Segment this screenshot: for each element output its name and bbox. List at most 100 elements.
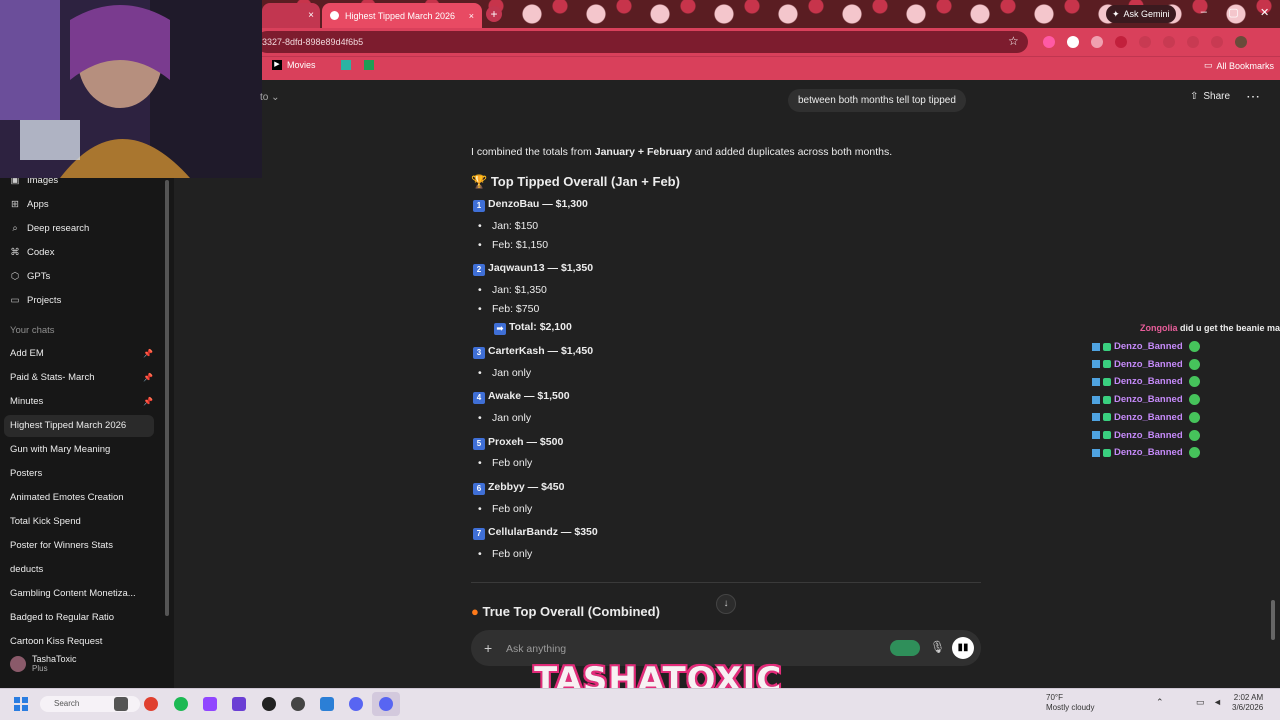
streamer-webcam-image: [0, 0, 262, 178]
composer-input[interactable]: Ask anything: [506, 643, 566, 655]
intro-bold: January + February: [594, 146, 692, 158]
verified-badge-icon: [1092, 395, 1100, 404]
chat-list-item[interactable]: Badged to Regular Ratio: [10, 612, 145, 623]
extension-icon[interactable]: [1091, 36, 1103, 48]
rank-number-icon: 7: [473, 528, 485, 540]
extension-icon[interactable]: [1067, 36, 1079, 48]
main-scrollbar[interactable]: [1271, 600, 1275, 640]
extension-icon[interactable]: [1187, 36, 1199, 48]
chat-list-item[interactable]: Add EM: [10, 348, 145, 359]
clock-date: 3/6/2026: [1232, 703, 1264, 712]
bookmark-icon[interactable]: [363, 60, 374, 70]
entry-title-text: Awake — $1,500: [488, 390, 570, 402]
ask-gemini-button[interactable]: ✦ Ask Gemini: [1106, 5, 1176, 23]
clock[interactable]: 2:02 AM 3/6/2026: [1232, 693, 1263, 713]
profile-plan: Plus: [32, 664, 48, 673]
profile-avatar-icon[interactable]: [1235, 36, 1247, 48]
tray-chevron-icon[interactable]: ⌃: [1156, 697, 1164, 708]
intro-text: and added duplicates across both months.: [691, 146, 893, 158]
header-title-partial[interactable]: to ⌄: [260, 92, 280, 103]
minimize-icon[interactable]: –: [1201, 6, 1207, 22]
plus-icon[interactable]: +: [484, 640, 492, 656]
profile-button[interactable]: TashaToxic Plus: [10, 654, 77, 673]
sidebar-item-projects[interactable]: ▭ Projects: [10, 295, 155, 306]
chrome-icon[interactable]: [144, 697, 158, 711]
chat-list-item[interactable]: Total Kick Spend: [10, 516, 145, 527]
chat-list-item[interactable]: Poster for Winners Stats: [10, 540, 145, 551]
extension-icon[interactable]: [1139, 36, 1151, 48]
tab-title: Highest Tipped March 2026: [345, 10, 456, 21]
close-tab-icon[interactable]: ×: [308, 10, 314, 21]
obs-icon[interactable]: [262, 697, 276, 711]
browser-tab-active[interactable]: Highest Tipped March 2026 ×: [322, 3, 482, 28]
discord-icon[interactable]: [379, 697, 393, 711]
document-icon[interactable]: [320, 697, 334, 711]
chat-list-item[interactable]: Gun with Mary Meaning: [10, 444, 145, 455]
ranked-entry-title: 5 Proxeh — $500: [473, 436, 563, 450]
chat-list-item[interactable]: Paid & Stats- March: [10, 372, 145, 383]
heading-text: True Top Overall (Combined): [482, 604, 660, 619]
entry-total-text: Total: $2,100: [509, 321, 572, 333]
more-options-icon[interactable]: ⋯: [1246, 88, 1260, 105]
sidebar-item-gpts[interactable]: ⬡ GPTs: [10, 271, 155, 282]
extension-icon[interactable]: [1211, 36, 1223, 48]
bookmark-movies[interactable]: ▶ Movies: [272, 60, 374, 70]
fire-icon: ●: [471, 604, 479, 619]
spotify-icon[interactable]: [174, 697, 188, 711]
close-window-icon[interactable]: ✕: [1260, 6, 1269, 22]
window-controls: – ▢ ✕: [1190, 6, 1280, 22]
profile-name: TashaToxic: [32, 654, 77, 664]
voice-mode-button[interactable]: ▮▮: [952, 637, 974, 659]
chat-list-item[interactable]: Gambling Content Monetiza...: [10, 588, 145, 599]
chat-list-item[interactable]: deducts: [10, 564, 145, 575]
app-icon[interactable]: [232, 697, 246, 711]
chat-list-item[interactable]: Posters: [10, 468, 145, 479]
maximize-icon[interactable]: ▢: [1228, 6, 1238, 22]
ranked-entry-title: 1 DenzoBau — $1,300: [473, 198, 588, 212]
sparkle-icon: ✦: [1112, 8, 1120, 19]
volume-icon[interactable]: ◄: [1213, 697, 1222, 707]
sidebar-scrollbar[interactable]: [165, 180, 169, 616]
chat-list-item[interactable]: Highest Tipped March 2026: [10, 420, 145, 431]
weather-widget[interactable]: 70°F Mostly cloudy: [1046, 693, 1094, 713]
extension-icon[interactable]: [1043, 36, 1055, 48]
new-tab-button[interactable]: +: [486, 6, 502, 22]
network-icon[interactable]: ▭: [1196, 697, 1205, 708]
stream-chat-line: Denzo_Banned: [1092, 429, 1200, 441]
trophy-icon: 🏆: [471, 174, 488, 189]
bookmark-icon[interactable]: [340, 60, 351, 70]
browser-tab-previous[interactable]: ×: [262, 3, 320, 28]
bookmark-star-icon[interactable]: ☆: [1008, 34, 1019, 48]
emote-icon: [1188, 429, 1200, 441]
entry-total-line: ➡ Total: $2,100: [494, 321, 572, 335]
url-field[interactable]: 3327-8dfd-898e89d4f6b5: [256, 31, 1028, 53]
scroll-down-button[interactable]: ↓: [716, 594, 736, 614]
sidebar-item-label: Codex: [27, 247, 55, 258]
all-bookmarks[interactable]: ▭ All Bookmarks: [1204, 60, 1274, 71]
entry-detail-line: Feb: $750: [478, 303, 539, 315]
chat-list-item[interactable]: Cartoon Kiss Request: [10, 636, 145, 647]
entry-detail-line: Feb only: [478, 503, 532, 515]
twitch-icon[interactable]: [203, 697, 217, 711]
rank-number-icon: 3: [473, 347, 485, 359]
intro-text: I combined the totals from: [471, 146, 595, 158]
close-tab-icon[interactable]: ×: [469, 11, 474, 21]
sidebar-item-deep-research[interactable]: ⌕ Deep research: [10, 223, 155, 234]
sidebar-item-codex[interactable]: ⌘ Codex: [10, 247, 155, 258]
sidebar-item-apps[interactable]: ⊞ Apps: [10, 199, 155, 210]
grammarly-icon[interactable]: [890, 640, 920, 656]
verified-badge-icon: [1092, 377, 1100, 386]
sidebar-item-label: Deep research: [27, 223, 90, 234]
discord-icon[interactable]: [349, 697, 363, 711]
extension-icon[interactable]: [1115, 36, 1127, 48]
app-icon[interactable]: [291, 697, 305, 711]
share-button[interactable]: ⇧ Share: [1190, 91, 1230, 102]
chat-list-item[interactable]: Animated Emotes Creation: [10, 492, 145, 503]
chat-list-item[interactable]: Minutes: [10, 396, 145, 407]
ask-gemini-label: Ask Gemini: [1123, 9, 1170, 19]
task-view-icon[interactable]: [114, 697, 128, 711]
sidebar-item-label: GPTs: [27, 271, 51, 282]
extension-icon[interactable]: [1163, 36, 1175, 48]
microphone-icon[interactable]: 🎙: [930, 640, 945, 654]
windows-start-icon[interactable]: [14, 697, 28, 711]
